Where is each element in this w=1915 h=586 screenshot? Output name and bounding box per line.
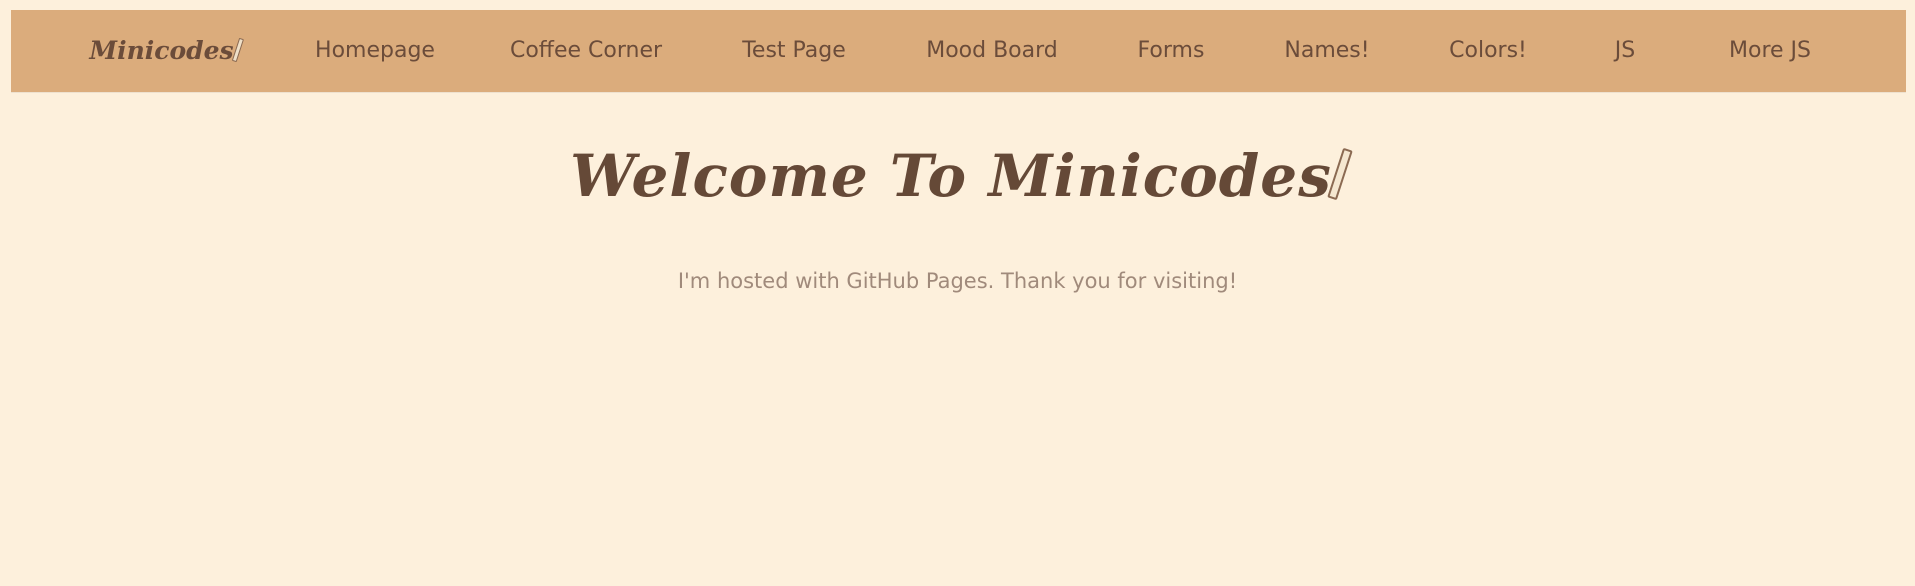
pencil-icon — [232, 37, 245, 63]
nav-item-coffee-corner[interactable]: Coffee Corner — [510, 10, 662, 92]
nav-item-mood-board[interactable]: Mood Board — [926, 10, 1058, 92]
nav-item-forms[interactable]: Forms — [1138, 10, 1205, 92]
brand-text: Minicodes — [89, 36, 234, 65]
page-subtitle: I'm hosted with GitHub Pages. Thank you … — [677, 269, 1238, 293]
nav-item-names[interactable]: Names! — [1284, 10, 1369, 92]
nav-brand-link[interactable]: Minicodes — [89, 10, 245, 92]
nav-item-colors[interactable]: Colors! — [1449, 10, 1527, 92]
top-navbar: Minicodes Homepage Coffee Corner Test Pa… — [11, 10, 1906, 92]
nav-item-homepage[interactable]: Homepage — [315, 10, 435, 92]
nav-item-more-js[interactable]: More JS — [1729, 10, 1811, 92]
page-title-text: Welcome To Minicodes — [570, 142, 1332, 210]
nav-item-js[interactable]: JS — [1615, 10, 1635, 92]
nav-item-test-page[interactable]: Test Page — [742, 10, 846, 92]
page-title: Welcome To Minicodes — [0, 138, 1915, 214]
